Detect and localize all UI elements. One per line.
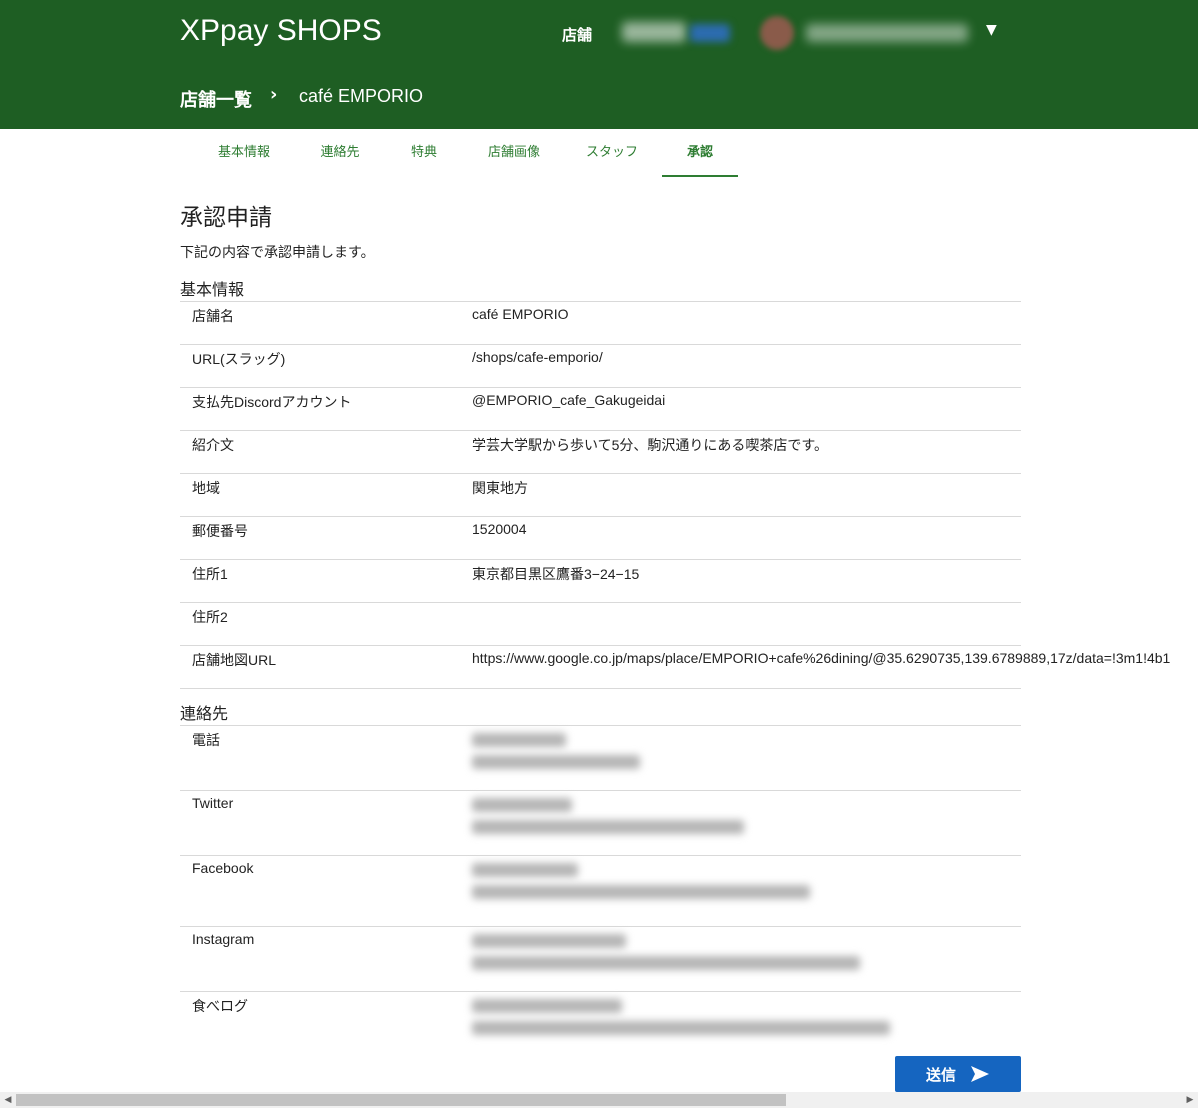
- redacted-value: [472, 863, 578, 877]
- table-row: Instagram: [180, 926, 1021, 991]
- page-description: 下記の内容で承認申請します。: [180, 245, 375, 261]
- table-row: 住所2: [180, 602, 1021, 645]
- table-row: 郵便番号 1520004: [180, 516, 1021, 559]
- row-label: 郵便番号: [192, 523, 248, 539]
- row-label: 住所1: [192, 566, 228, 582]
- breadcrumb-current: café EMPORIO: [299, 86, 424, 106]
- row-value: @EMPORIO_cafe_Gakugeidai: [472, 392, 666, 408]
- table-row: URL(スラッグ) /shops/cafe-emporio/: [180, 344, 1021, 387]
- app-header: XPpay SHOPS 店舗 ▼ 店舗一覧 › café EMPORIO: [0, 0, 1198, 129]
- row-value: 1520004: [472, 521, 527, 537]
- send-icon: [971, 1066, 989, 1082]
- row-label: Twitter: [192, 795, 234, 811]
- table-row: 電話: [180, 725, 1021, 790]
- table-row: 食べログ: [180, 991, 1021, 1051]
- tab-staff[interactable]: スタッフ: [562, 129, 662, 177]
- redacted-link: [472, 1021, 890, 1035]
- table-row: 店舗地図URL https://www.google.co.jp/maps/pl…: [180, 645, 1170, 688]
- redacted-user-name: [622, 22, 686, 42]
- scrollbar-thumb[interactable]: [16, 1094, 786, 1106]
- tab-bar: 基本情報 連絡先 特典 店舗画像 スタッフ 承認: [190, 129, 1010, 177]
- page-title: 承認申請: [180, 205, 272, 231]
- row-value: café EMPORIO: [472, 306, 569, 322]
- breadcrumb-shop-list[interactable]: 店舗一覧: [180, 86, 252, 112]
- tab-contacts[interactable]: 連絡先: [298, 129, 382, 177]
- table-row: 住所1 東京都目黒区鷹番3−24−15: [180, 559, 1021, 602]
- scroll-right-icon[interactable]: ▶: [1182, 1092, 1198, 1108]
- redacted-value: [472, 999, 622, 1013]
- row-label: 支払先Discordアカウント: [192, 394, 352, 410]
- redacted-link: [472, 820, 744, 834]
- row-value: 東京都目黒区鷹番3−24−15: [472, 566, 640, 582]
- chevron-down-icon[interactable]: ▼: [986, 22, 997, 38]
- horizontal-scrollbar[interactable]: ◀ ▶: [0, 1092, 1198, 1108]
- redacted-value: [472, 733, 566, 747]
- table-row: 店舗名 café EMPORIO: [180, 301, 1021, 344]
- tab-approval[interactable]: 承認: [662, 129, 738, 177]
- row-label: URL(スラッグ): [192, 351, 286, 367]
- table-row: 地域 関東地方: [180, 473, 1021, 516]
- row-value: 関東地方: [472, 480, 528, 496]
- row-value: /shops/cafe-emporio/: [472, 349, 603, 365]
- redacted-link: [472, 755, 640, 769]
- table-row: Facebook: [180, 855, 1021, 926]
- tab-basic-info[interactable]: 基本情報: [190, 129, 298, 177]
- submit-button[interactable]: 送信: [895, 1056, 1021, 1092]
- section-heading-contacts: 連絡先: [180, 704, 229, 723]
- row-label: 住所2: [192, 609, 228, 625]
- row-label: 電話: [192, 732, 220, 748]
- chevron-right-icon: ›: [270, 84, 278, 105]
- row-label: Instagram: [192, 931, 255, 947]
- brand-logo[interactable]: XPpay SHOPS: [180, 14, 382, 48]
- row-label: 紹介文: [192, 437, 234, 453]
- table-row: 紹介文 学芸大学駅から歩いて5分、駒沢通りにある喫茶店です。: [180, 430, 1021, 473]
- tab-benefits[interactable]: 特典: [382, 129, 466, 177]
- submit-label: 送信: [925, 1066, 956, 1084]
- avatar[interactable]: [760, 16, 794, 50]
- divider: [180, 688, 1021, 689]
- redacted-link: [472, 885, 810, 899]
- row-label: 店舗地図URL: [192, 652, 277, 668]
- nav-shops-link[interactable]: 店舗: [562, 24, 592, 45]
- redacted-user-badge: [690, 24, 730, 42]
- table-row: Twitter: [180, 790, 1021, 855]
- row-label: 店舗名: [192, 308, 234, 324]
- tab-shop-images[interactable]: 店舗画像: [466, 129, 562, 177]
- row-label: Facebook: [192, 860, 254, 876]
- redacted-value: [472, 934, 626, 948]
- row-value: 学芸大学駅から歩いて5分、駒沢通りにある喫茶店です。: [472, 437, 828, 453]
- row-label: 食べログ: [192, 998, 248, 1014]
- redacted-value: [472, 798, 572, 812]
- redacted-account-name: [806, 24, 968, 42]
- redacted-link: [472, 956, 860, 970]
- scroll-left-icon[interactable]: ◀: [0, 1092, 16, 1108]
- row-value-map-url[interactable]: https://www.google.co.jp/maps/place/EMPO…: [472, 650, 1198, 666]
- section-heading-basic-info: 基本情報: [180, 280, 245, 299]
- table-row: 支払先Discordアカウント @EMPORIO_cafe_Gakugeidai: [180, 387, 1021, 430]
- row-label: 地域: [192, 480, 220, 496]
